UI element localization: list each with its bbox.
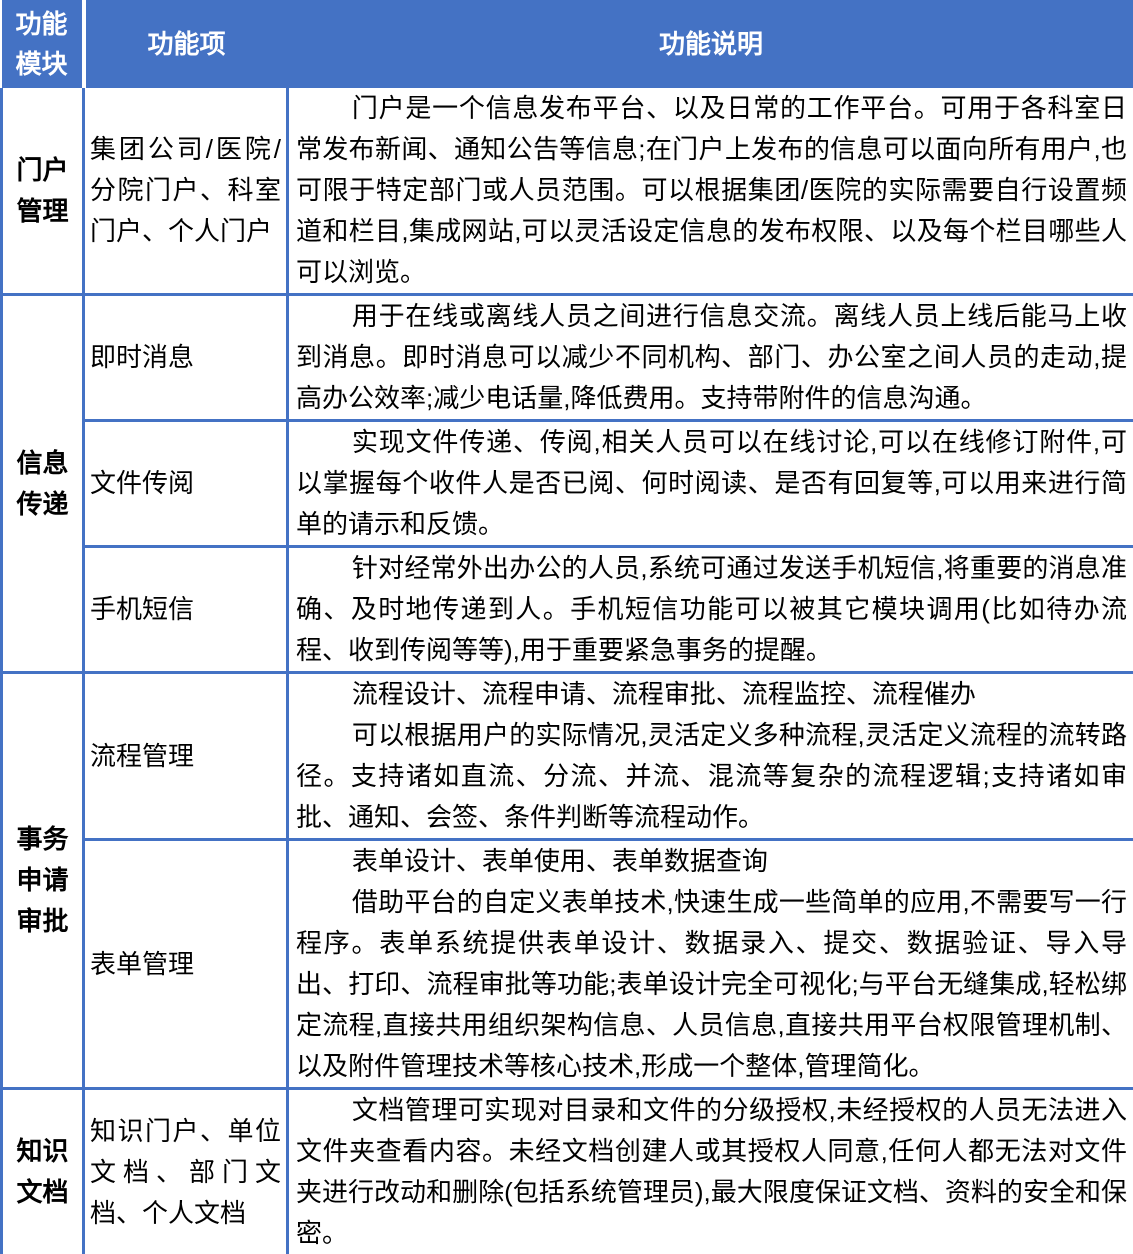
description-paragraph: 文档管理可实现对目录和文件的分级授权,未经授权的人员无法进入文件夹查看内容。未经… — [296, 1090, 1127, 1254]
item-cell: 知识门户、单位文档、部门文档、个人文档 — [84, 1089, 288, 1254]
module-cell: 知识文档 — [2, 1089, 84, 1254]
header-cell-item: 功能项 — [84, 0, 288, 88]
header-row: 功能模块 功能项 功能说明 — [2, 0, 1133, 88]
description-cell: 实现文件传递、传阅,相关人员可以在线讨论,可以在线修订附件,可以掌握每个收件人是… — [288, 421, 1133, 547]
description-cell: 针对经常外出办公的人员,系统可通过发送手机短信,将重要的消息准确、及时地传递到人… — [288, 547, 1133, 673]
item-cell: 手机短信 — [84, 547, 288, 673]
description-paragraph: 流程设计、流程申请、流程审批、流程监控、流程催办 — [296, 674, 1127, 715]
table-row: 门户管理 集团公司/医院/分院门户、科室门户、个人门户 门户是一个信息发布平台、… — [2, 88, 1133, 295]
module-cell: 信息传递 — [2, 295, 84, 673]
item-cell: 流程管理 — [84, 673, 288, 840]
description-paragraph: 实现文件传递、传阅,相关人员可以在线讨论,可以在线修订附件,可以掌握每个收件人是… — [296, 422, 1127, 545]
table-header: 功能模块 功能项 功能说明 — [2, 0, 1133, 88]
item-cell: 即时消息 — [84, 295, 288, 421]
description-cell: 流程设计、流程申请、流程审批、流程监控、流程催办 可以根据用户的实际情况,灵活定… — [288, 673, 1133, 840]
description-cell: 门户是一个信息发布平台、以及日常的工作平台。可用于各科室日常发布新闻、通知公告等… — [288, 88, 1133, 295]
description-paragraph: 借助平台的自定义表单技术,快速生成一些简单的应用,不需要写一行程序。表单系统提供… — [296, 882, 1127, 1087]
description-paragraph: 门户是一个信息发布平台、以及日常的工作平台。可用于各科室日常发布新闻、通知公告等… — [296, 88, 1127, 293]
description-paragraph: 可以根据用户的实际情况,灵活定义多种流程,灵活定义流程的流转路径。支持诸如直流、… — [296, 715, 1127, 838]
description-paragraph: 表单设计、表单使用、表单数据查询 — [296, 841, 1127, 882]
feature-table: 功能模块 功能项 功能说明 门户管理 集团公司/医院/分院门户、科室门户、个人门… — [0, 0, 1133, 1254]
header-cell-module: 功能模块 — [2, 0, 84, 88]
item-cell: 表单管理 — [84, 840, 288, 1089]
table-row: 文件传阅 实现文件传递、传阅,相关人员可以在线讨论,可以在线修订附件,可以掌握每… — [2, 421, 1133, 547]
header-cell-description: 功能说明 — [288, 0, 1133, 88]
description-paragraph: 针对经常外出办公的人员,系统可通过发送手机短信,将重要的消息准确、及时地传递到人… — [296, 548, 1127, 671]
description-cell: 表单设计、表单使用、表单数据查询 借助平台的自定义表单技术,快速生成一些简单的应… — [288, 840, 1133, 1089]
table-row: 手机短信 针对经常外出办公的人员,系统可通过发送手机短信,将重要的消息准确、及时… — [2, 547, 1133, 673]
table-row: 事务申请审批 流程管理 流程设计、流程申请、流程审批、流程监控、流程催办 可以根… — [2, 673, 1133, 840]
description-cell: 用于在线或离线人员之间进行信息交流。离线人员上线后能马上收到消息。即时消息可以减… — [288, 295, 1133, 421]
table-body: 门户管理 集团公司/医院/分院门户、科室门户、个人门户 门户是一个信息发布平台、… — [2, 88, 1133, 1254]
module-cell: 事务申请审批 — [2, 673, 84, 1089]
table-row: 表单管理 表单设计、表单使用、表单数据查询 借助平台的自定义表单技术,快速生成一… — [2, 840, 1133, 1089]
description-cell: 文档管理可实现对目录和文件的分级授权,未经授权的人员无法进入文件夹查看内容。未经… — [288, 1089, 1133, 1254]
table-row: 知识文档 知识门户、单位文档、部门文档、个人文档 文档管理可实现对目录和文件的分… — [2, 1089, 1133, 1254]
module-cell: 门户管理 — [2, 88, 84, 295]
item-cell: 文件传阅 — [84, 421, 288, 547]
table-row: 信息传递 即时消息 用于在线或离线人员之间进行信息交流。离线人员上线后能马上收到… — [2, 295, 1133, 421]
item-cell: 集团公司/医院/分院门户、科室门户、个人门户 — [84, 88, 288, 295]
description-paragraph: 用于在线或离线人员之间进行信息交流。离线人员上线后能马上收到消息。即时消息可以减… — [296, 296, 1127, 419]
